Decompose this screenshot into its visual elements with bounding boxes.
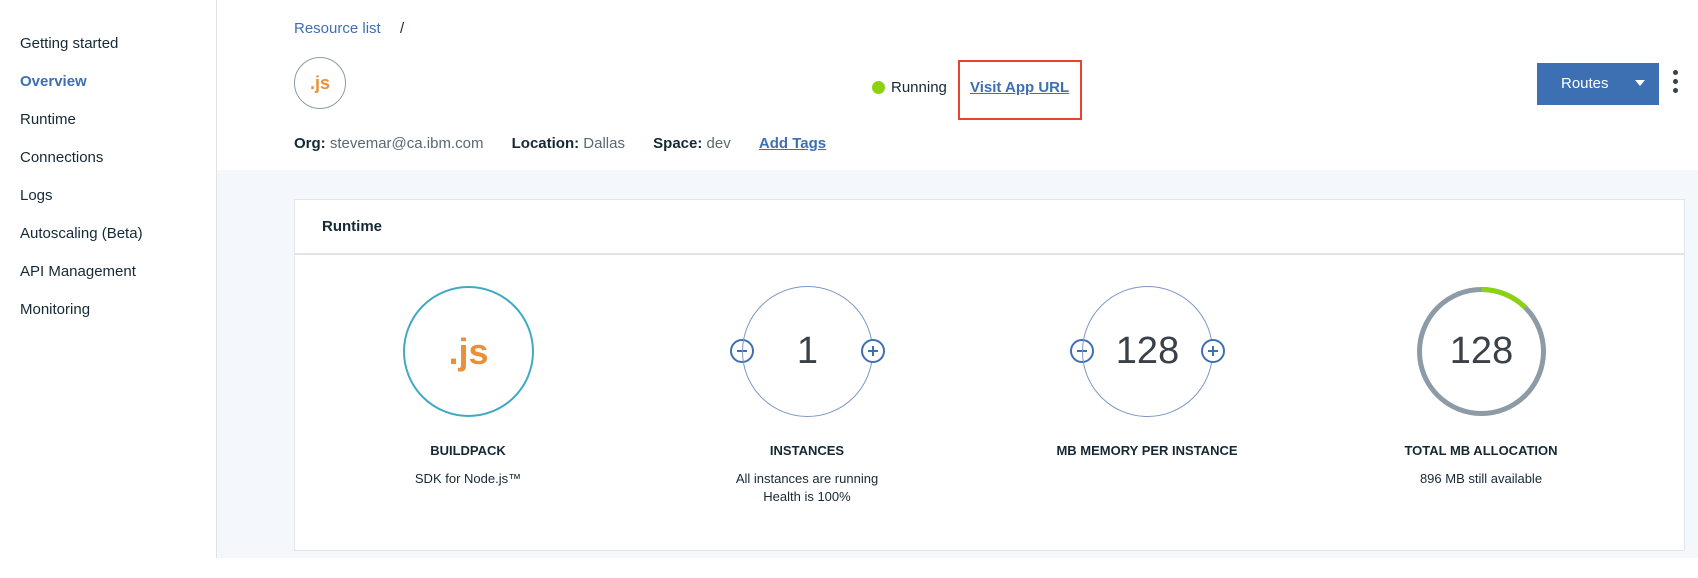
instances-desc-line: All instances are running — [735, 471, 879, 486]
location-label: Location: — [511, 135, 580, 152]
buildpack-circle: .js — [403, 286, 534, 417]
org-info: Org: stevemar@ca.ibm.com — [294, 135, 483, 152]
instances-label: INSTANCES — [769, 443, 845, 458]
location-value: Dallas — [583, 135, 625, 152]
memory-circle: 128 — [1082, 286, 1213, 417]
space-info: Space: dev — [653, 135, 731, 152]
overflow-menu-icon[interactable] — [1671, 70, 1679, 98]
status-indicator: Running — [872, 79, 947, 96]
sidebar-item-logs[interactable]: Logs — [20, 187, 53, 204]
total-label: TOTAL MB ALLOCATION — [1404, 443, 1558, 458]
buildpack-label: BUILDPACK — [430, 443, 506, 458]
total-desc: 896 MB still available — [1351, 470, 1611, 488]
nodejs-logo-text: .js — [309, 72, 330, 93]
sidebar-item-runtime[interactable]: Runtime — [20, 111, 76, 128]
breadcrumb-resource-list[interactable]: Resource list — [294, 20, 381, 37]
sidebar-item-monitoring[interactable]: Monitoring — [20, 301, 90, 318]
runtime-card-title: Runtime — [322, 218, 382, 235]
memory-increment-button[interactable] — [1201, 339, 1225, 363]
sidebar-item-getting-started[interactable]: Getting started — [20, 35, 118, 52]
visit-app-url-link[interactable]: Visit App URL — [970, 79, 1069, 96]
instances-value: 1 — [796, 330, 819, 372]
space-value: dev — [706, 135, 731, 152]
sidebar-item-api-management[interactable]: API Management — [20, 263, 136, 280]
total-value: 128 — [1449, 330, 1514, 372]
buildpack-desc-line: SDK for Node.js™ — [414, 471, 522, 486]
caret-down-icon[interactable] — [1635, 80, 1645, 86]
app-header: Resource list / .js Running Visit App UR… — [217, 0, 1698, 170]
breadcrumb-separator: / — [400, 20, 405, 37]
app-logo: .js — [294, 57, 346, 109]
total-desc-line: 896 MB still available — [1419, 471, 1543, 486]
instances-circle: 1 — [742, 286, 873, 417]
main-content: Resource list / .js Running Visit App UR… — [217, 0, 1698, 578]
app-meta: Org: stevemar@ca.ibm.com Location: Dalla… — [294, 135, 826, 152]
org-value: stevemar@ca.ibm.com — [329, 135, 484, 152]
total-circle: 128 — [1416, 286, 1547, 417]
nodejs-icon: .js — [448, 330, 489, 372]
routes-button-label: Routes — [1561, 75, 1609, 92]
location-info: Location: Dallas — [512, 135, 625, 152]
space-label: Space: — [653, 135, 703, 152]
sidebar: Getting started Overview Runtime Connect… — [0, 0, 217, 558]
sidebar-item-overview[interactable]: Overview — [20, 73, 87, 90]
status-dot-icon — [872, 81, 885, 94]
buildpack-desc: SDK for Node.js™ — [338, 470, 598, 488]
instances-increment-button[interactable] — [861, 339, 885, 363]
runtime-card: Runtime .js BUILDPACK SDK for Node.js™ 1… — [294, 199, 1685, 551]
routes-button[interactable]: Routes — [1537, 63, 1659, 105]
instances-health-line: Health is 100% — [763, 489, 851, 504]
sidebar-item-connections[interactable]: Connections — [20, 149, 103, 166]
status-label: Running — [891, 79, 947, 96]
instances-desc: All instances are running Health is 100% — [677, 470, 937, 506]
divider — [295, 253, 1684, 255]
memory-value: 128 — [1115, 330, 1180, 372]
sidebar-item-autoscaling[interactable]: Autoscaling (Beta) — [20, 225, 143, 242]
memory-label: MB MEMORY PER INSTANCE — [1056, 443, 1238, 458]
org-label: Org: — [294, 135, 326, 152]
add-tags-link[interactable]: Add Tags — [759, 135, 826, 152]
